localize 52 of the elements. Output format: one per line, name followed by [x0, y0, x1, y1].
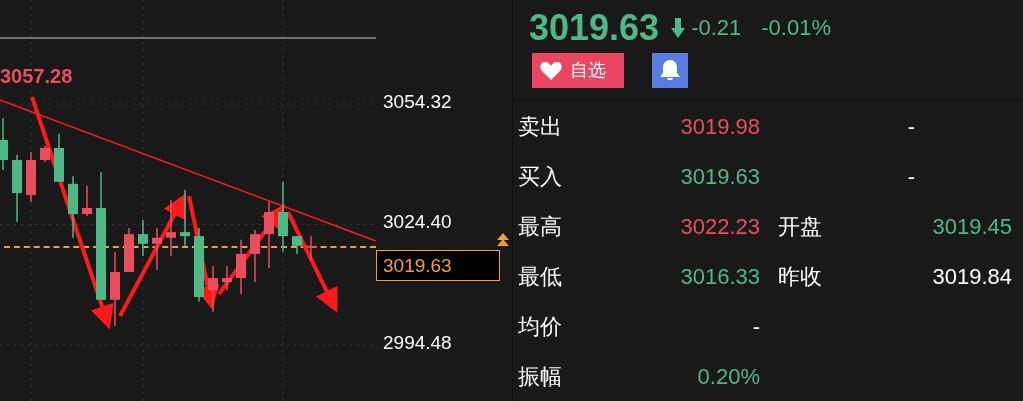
candlestick [292, 235, 302, 255]
candlestick [264, 201, 274, 269]
stat-label: 最高 [517, 212, 563, 241]
candlestick [208, 265, 218, 313]
stat-value: 3016.33 [679, 262, 760, 291]
axis-label: 3054.32 [383, 92, 452, 111]
stat-label: 昨收 [777, 262, 823, 291]
candlestick [166, 199, 176, 257]
high-price-marker: 3057.28 [0, 66, 73, 86]
candlestick [306, 235, 316, 261]
candlestick [40, 145, 50, 163]
down-arrow-icon [671, 17, 686, 38]
price-tag-pointer-icon [497, 233, 509, 246]
stat-label: 最低 [517, 262, 563, 291]
stat-value: 0.20% [696, 362, 760, 391]
candlestick [0, 117, 8, 171]
candlestick [12, 154, 22, 223]
candlestick [250, 229, 260, 283]
candlestick [54, 133, 64, 183]
stat-value: 3022.23 [679, 212, 760, 241]
axis-label: 2994.48 [383, 332, 452, 352]
candlestick [138, 219, 148, 257]
stat-label: 均价 [517, 312, 563, 341]
candlestick [222, 265, 232, 291]
heart-icon [540, 61, 562, 81]
axis-label: 3024.40 [383, 212, 452, 232]
current-price-tag: 3019.63 [376, 250, 500, 281]
candlestick [236, 239, 246, 295]
stat-value: - [906, 112, 915, 141]
watchlist-button[interactable]: 自选 [532, 53, 624, 89]
stat-value: 3019.98 [679, 112, 760, 141]
stat-label: 振幅 [517, 362, 563, 391]
price-change: -0.21 [691, 16, 742, 39]
stat-label: 开盘 [777, 212, 823, 241]
candlestick [68, 175, 78, 239]
alert-button[interactable] [652, 53, 688, 89]
candlestick [124, 227, 134, 273]
stat-value: 3019.45 [931, 212, 1012, 241]
stat-label: 买入 [517, 162, 563, 191]
candlestick [152, 227, 162, 271]
candlestick [26, 151, 36, 203]
percent-change: -0.01% [761, 16, 831, 39]
stat-label: 卖出 [517, 112, 563, 141]
last-price: 3019.63 [529, 9, 660, 46]
candlestick [82, 185, 92, 217]
stat-value: 3019.84 [931, 262, 1012, 291]
stat-value: - [751, 312, 760, 341]
stat-value: - [906, 162, 915, 191]
candlestick [180, 189, 190, 247]
candlestick [278, 181, 288, 253]
stat-value: 3019.63 [679, 162, 760, 191]
bell-icon [660, 59, 680, 82]
